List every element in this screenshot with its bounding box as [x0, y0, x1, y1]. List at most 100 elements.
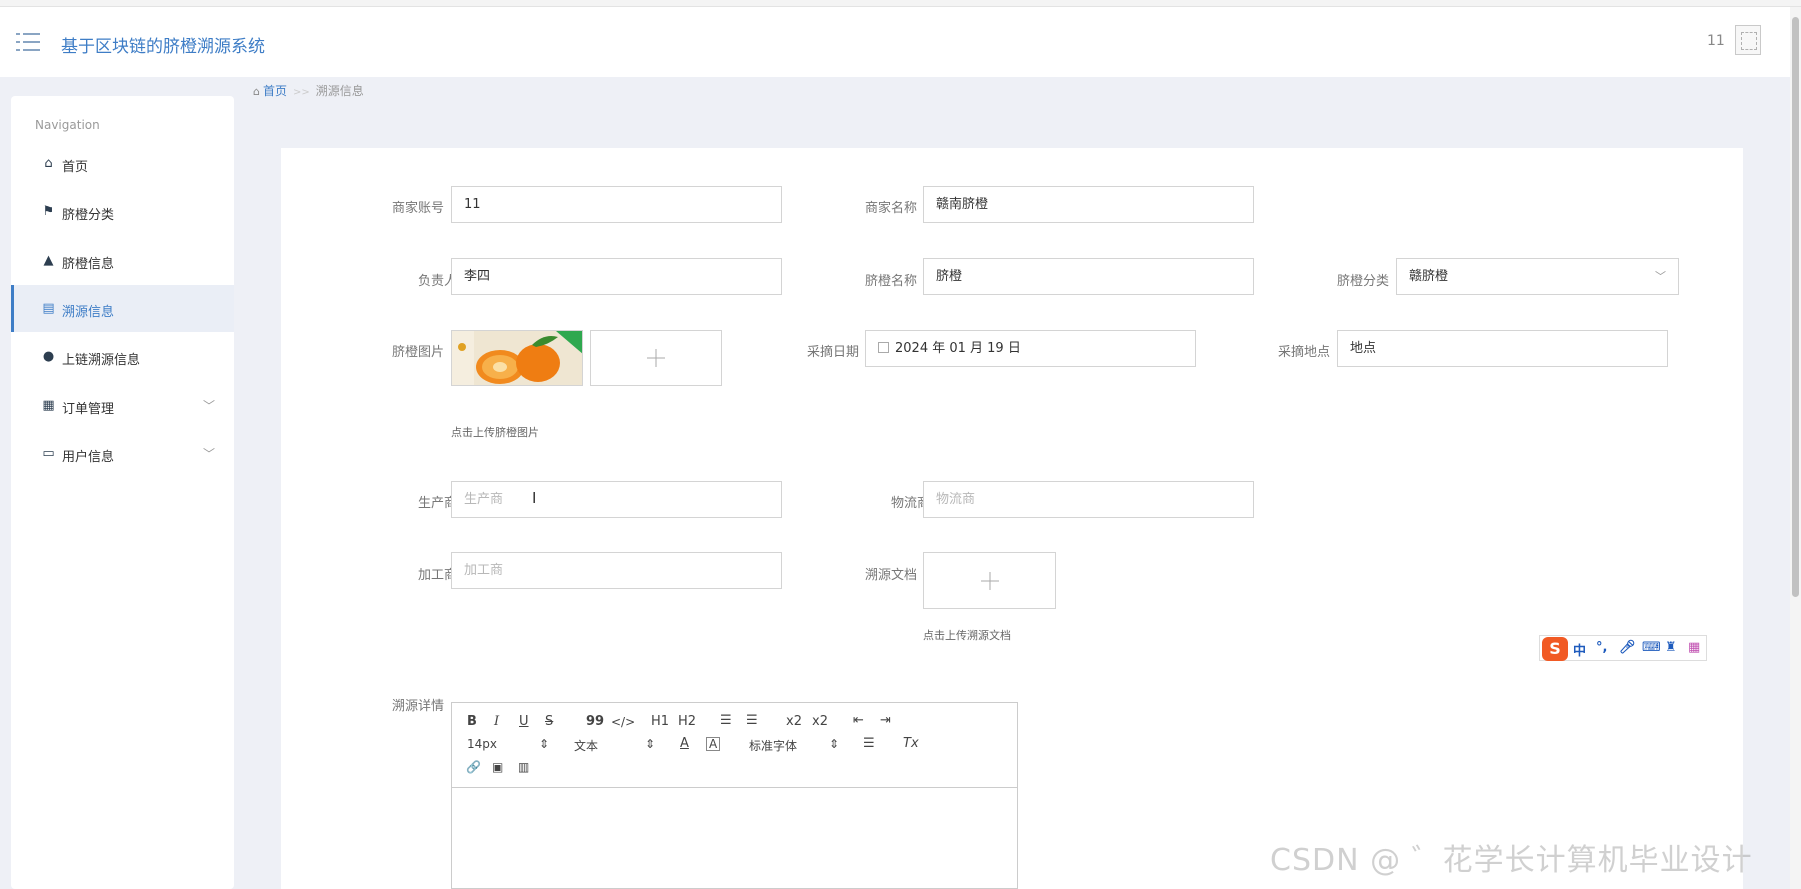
user-name[interactable]: 11	[1707, 33, 1725, 49]
indent-icon[interactable]: ⇥	[880, 713, 891, 728]
orange-photo	[452, 331, 582, 385]
pin-icon: ●	[42, 349, 55, 364]
keyboard-icon[interactable]: ⌨	[1642, 640, 1661, 655]
sidebar-item-trace-info[interactable]: ▤ 溯源信息	[11, 285, 234, 332]
video-icon[interactable]: ▥	[518, 760, 529, 774]
sidebar-item-label: 脐橙信息	[62, 257, 115, 272]
trace-doc-label: 溯源文档	[864, 568, 917, 583]
card-icon: ▭	[42, 446, 55, 461]
breadcrumb: ⌂ 首页 >> 溯源信息	[253, 82, 364, 99]
scrollbar-thumb[interactable]	[1792, 17, 1799, 597]
grid-icon: ▦	[42, 398, 55, 413]
ime-mode-button[interactable]: 中	[1573, 640, 1586, 659]
browser-top-edge	[0, 0, 1801, 7]
text-type-select[interactable]: 文本	[574, 737, 598, 754]
background-color-icon[interactable]: A	[706, 737, 721, 751]
sogou-logo-icon[interactable]: S	[1542, 637, 1568, 661]
heading-1-button[interactable]: H1	[651, 714, 669, 729]
align-icon[interactable]: ☰	[863, 736, 875, 751]
person-in-charge-input[interactable]: 李四	[451, 258, 782, 295]
sidebar-item-home[interactable]: ⌂ 首页	[11, 140, 234, 187]
pick-date-label: 采摘日期	[806, 345, 859, 360]
sidebar-item-chain-trace-info[interactable]: ● 上链溯源信息	[11, 333, 234, 380]
pick-location-input[interactable]: 地点	[1337, 330, 1668, 367]
processor-input[interactable]: 加工商	[451, 552, 782, 589]
orange-image-upload-button[interactable]	[590, 330, 722, 386]
orange-name-input[interactable]: 脐橙	[923, 258, 1254, 295]
avatar[interactable]	[1735, 25, 1761, 55]
sidebar-item-order-management[interactable]: ▦ 订单管理 ﹀	[11, 382, 234, 429]
chevron-down-icon: ﹀	[1655, 270, 1666, 283]
sidebar: Navigation ⌂ 首页 ⚑ 脐橙分类 ▲ 脐橙信息 ▤ 溯源信息 ● 上…	[11, 96, 234, 889]
chevron-down-icon: ﹀	[203, 399, 216, 413]
watermark: CSDN @ ゛花学长计算机毕业设计	[1270, 843, 1753, 878]
breadcrumb-separator: >>	[293, 87, 310, 98]
code-block-button[interactable]: </>	[611, 715, 635, 729]
clean-format-button[interactable]: Tx	[903, 736, 919, 751]
page-scrollbar[interactable]	[1790, 7, 1801, 889]
editor-content-area[interactable]	[452, 789, 1017, 889]
sidebar-item-label: 订单管理	[62, 402, 115, 417]
image-icon[interactable]: ▣	[492, 760, 503, 774]
ordered-list-icon[interactable]: ☰	[720, 713, 732, 728]
italic-button[interactable]: I	[494, 714, 499, 729]
top-header: 基于区块链的脐橙溯源系统 11	[0, 7, 1790, 77]
strike-button[interactable]: S	[545, 714, 553, 729]
chevron-down-icon: ﹀	[203, 447, 216, 461]
apps-icon[interactable]: ▦	[1688, 640, 1700, 655]
sidebar-item-orange-info[interactable]: ▲ 脐橙信息	[11, 237, 234, 284]
producer-input[interactable]: 生产商	[451, 481, 782, 518]
merchant-name-input[interactable]: 赣南脐橙	[923, 186, 1254, 223]
merchant-account-label: 商家账号	[391, 201, 444, 216]
orange-category-select[interactable]: 赣脐橙 ﹀	[1396, 258, 1679, 295]
updown-icon: ⇕	[645, 737, 656, 751]
ime-toolbar: S 中 °, 🎤︎ ⌨ ♜ ▦	[1539, 635, 1707, 661]
nav-heading: Navigation	[35, 118, 100, 132]
sidebar-item-orange-category[interactable]: ⚑ 脐橙分类	[11, 188, 234, 235]
sidebar-item-label: 脐橙分类	[62, 208, 115, 223]
skin-icon[interactable]: ♜	[1665, 640, 1677, 655]
pick-date-value: 2024 年 01 月 19 日	[895, 341, 1021, 356]
home-icon: ⌂	[44, 156, 53, 171]
user-icon: ▲	[43, 253, 54, 268]
punctuation-icon[interactable]: °,	[1596, 640, 1607, 655]
bold-button[interactable]: B	[467, 714, 477, 729]
orange-category-value: 赣脐橙	[1409, 269, 1449, 284]
font-family-select[interactable]: 标准字体	[749, 737, 797, 754]
subscript-button[interactable]: x2	[786, 714, 802, 729]
pick-date-input[interactable]: 2024 年 01 月 19 日	[865, 330, 1196, 367]
breadcrumb-current: 溯源信息	[315, 84, 364, 98]
menu-toggle-icon[interactable]	[16, 31, 40, 53]
trace-doc-upload-button[interactable]	[923, 552, 1056, 609]
merchant-name-label: 商家名称	[864, 201, 917, 216]
superscript-button[interactable]: x2	[812, 714, 828, 729]
updown-icon: ⇕	[829, 737, 840, 751]
trace-detail-editor: B I U S 99 </> H1 H2 ☰ ☰ x2 x2 ⇤ ⇥ 14px …	[451, 702, 1018, 889]
orange-image-hint: 点击上传脐橙图片	[451, 426, 539, 439]
outdent-icon[interactable]: ⇤	[853, 713, 864, 728]
orange-category-label: 脐橙分类	[1336, 274, 1389, 289]
sidebar-item-user-info[interactable]: ▭ 用户信息 ﹀	[11, 430, 234, 477]
microphone-icon[interactable]: 🎤︎	[1619, 640, 1636, 655]
link-icon[interactable]: 🔗	[466, 760, 481, 774]
font-size-select[interactable]: 14px	[467, 737, 497, 751]
orange-image-label: 脐橙图片	[391, 345, 444, 360]
calendar-icon	[878, 342, 889, 353]
orange-image-thumbnail[interactable]	[451, 330, 583, 386]
sidebar-item-label: 上链溯源信息	[62, 353, 141, 368]
merchant-account-input[interactable]: 11	[451, 186, 782, 223]
logistics-input[interactable]: 物流商	[923, 481, 1254, 518]
pick-location-label: 采摘地点	[1277, 345, 1330, 360]
updown-icon: ⇕	[539, 737, 550, 751]
home-icon: ⌂	[253, 85, 260, 98]
sidebar-item-label: 溯源信息	[62, 305, 115, 320]
underline-button[interactable]: U	[519, 714, 529, 729]
bullet-list-icon[interactable]: ☰	[746, 713, 758, 728]
editor-toolbar: B I U S 99 </> H1 H2 ☰ ☰ x2 x2 ⇤ ⇥ 14px …	[452, 703, 1017, 788]
blockquote-button[interactable]: 99	[586, 714, 604, 729]
clipboard-icon: ▤	[42, 301, 55, 316]
font-color-icon[interactable]: A	[680, 736, 689, 751]
heading-2-button[interactable]: H2	[678, 714, 696, 729]
sidebar-item-label: 首页	[62, 160, 89, 175]
breadcrumb-home[interactable]: 首页	[263, 84, 287, 98]
